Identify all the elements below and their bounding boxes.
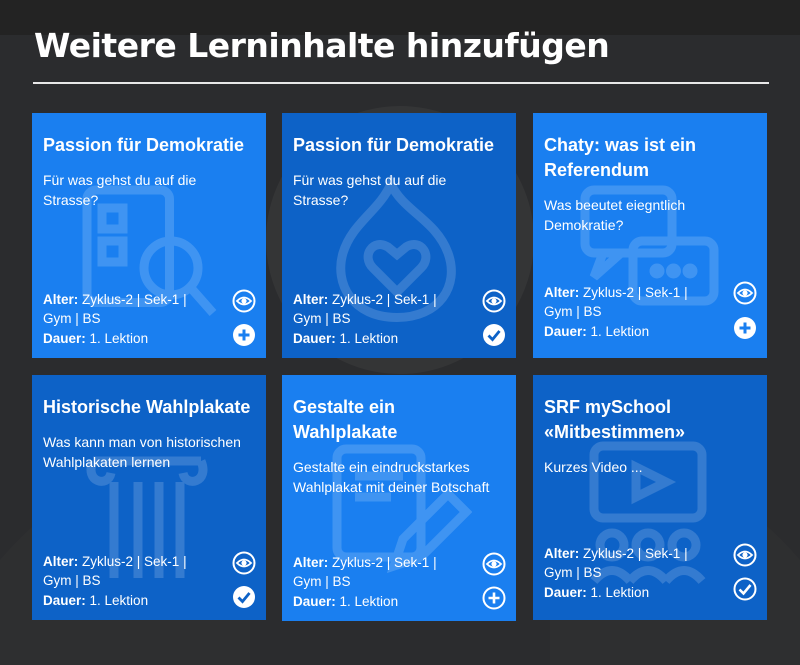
learning-card[interactable]: Historische Wahlplakate Was kann man von… xyxy=(32,375,266,620)
duration-label: Dauer: xyxy=(293,593,336,609)
age-label: Alter: xyxy=(43,553,79,569)
duration-label: Dauer: xyxy=(544,323,587,339)
duration-value: 1. Lektion xyxy=(590,323,650,339)
learning-card[interactable]: Chaty: was ist ein Referendum Was beeute… xyxy=(533,113,767,358)
card-meta: Alter: Zyklus-2 | Sek-1 | Gym | BS Dauer… xyxy=(544,283,719,342)
duration-value: 1. Lektion xyxy=(590,584,650,600)
card-title: Passion für Demokratie xyxy=(43,135,245,155)
duration-label: Dauer: xyxy=(43,330,86,346)
card-description: Für was gehst du auf die Strasse? xyxy=(43,172,197,208)
preview-eye-icon[interactable] xyxy=(232,551,256,575)
preview-eye-icon[interactable] xyxy=(733,543,757,567)
learning-card[interactable]: Passion für Demokratie Für was gehst du … xyxy=(32,113,266,358)
learning-card[interactable]: SRF mySchool «Mitbestimmen» Kurzes Video… xyxy=(533,375,767,620)
duration-value: 1. Lektion xyxy=(89,592,149,608)
card-title: Chaty: was ist ein Referendum xyxy=(544,135,697,180)
page-title: Weitere Lerninhalte hinzufügen xyxy=(34,26,610,65)
added-check-icon[interactable] xyxy=(482,323,506,347)
card-description: Was kann man von historischen Wahlplakat… xyxy=(43,434,241,470)
duration-value: 1. Lektion xyxy=(339,330,399,346)
duration-label: Dauer: xyxy=(293,330,336,346)
card-description: Für was gehst du auf die Strasse? xyxy=(293,172,447,208)
preview-eye-icon[interactable] xyxy=(482,289,506,313)
age-label: Alter: xyxy=(293,554,329,570)
preview-eye-icon[interactable] xyxy=(232,289,256,313)
add-plus-icon[interactable] xyxy=(482,586,506,610)
card-meta: Alter: Zyklus-2 | Sek-1 | Gym | BS Dauer… xyxy=(544,544,719,603)
card-title: Passion für Demokratie xyxy=(293,135,495,155)
age-label: Alter: xyxy=(544,284,580,300)
duration-label: Dauer: xyxy=(43,592,86,608)
add-plus-icon[interactable] xyxy=(232,323,256,347)
add-plus-icon[interactable] xyxy=(733,316,757,340)
card-meta: Alter: Zyklus-2 | Sek-1 | Gym | BS Dauer… xyxy=(43,552,218,611)
card-description: Kurzes Video ... xyxy=(544,459,643,475)
card-meta: Alter: Zyklus-2 | Sek-1 | Gym | BS Dauer… xyxy=(293,553,468,612)
card-description: Was beeutet eiegntlich Demokratie? xyxy=(544,197,686,233)
card-meta: Alter: Zyklus-2 | Sek-1 | Gym | BS Dauer… xyxy=(43,290,218,349)
duration-value: 1. Lektion xyxy=(89,330,149,346)
card-title: Gestalte ein Wahlplakate xyxy=(293,397,398,442)
card-title: Historische Wahlplakate xyxy=(43,397,251,417)
added-check-icon[interactable] xyxy=(733,577,757,601)
age-label: Alter: xyxy=(293,291,329,307)
duration-label: Dauer: xyxy=(544,584,587,600)
title-divider xyxy=(33,82,769,84)
card-title: SRF mySchool «Mitbestimmen» xyxy=(544,397,686,442)
preview-eye-icon[interactable] xyxy=(482,552,506,576)
card-meta: Alter: Zyklus-2 | Sek-1 | Gym | BS Dauer… xyxy=(293,290,468,349)
learning-card[interactable]: Passion für Demokratie Für was gehst du … xyxy=(282,113,516,358)
learning-card[interactable]: Gestalte ein Wahlplakate Gestalte ein ei… xyxy=(282,375,516,621)
duration-value: 1. Lektion xyxy=(339,593,399,609)
preview-eye-icon[interactable] xyxy=(733,281,757,305)
age-label: Alter: xyxy=(43,291,79,307)
card-description: Gestalte ein eindruckstarkes Wahlplakat … xyxy=(293,459,490,495)
added-check-icon[interactable] xyxy=(232,585,256,609)
age-label: Alter: xyxy=(544,545,580,561)
